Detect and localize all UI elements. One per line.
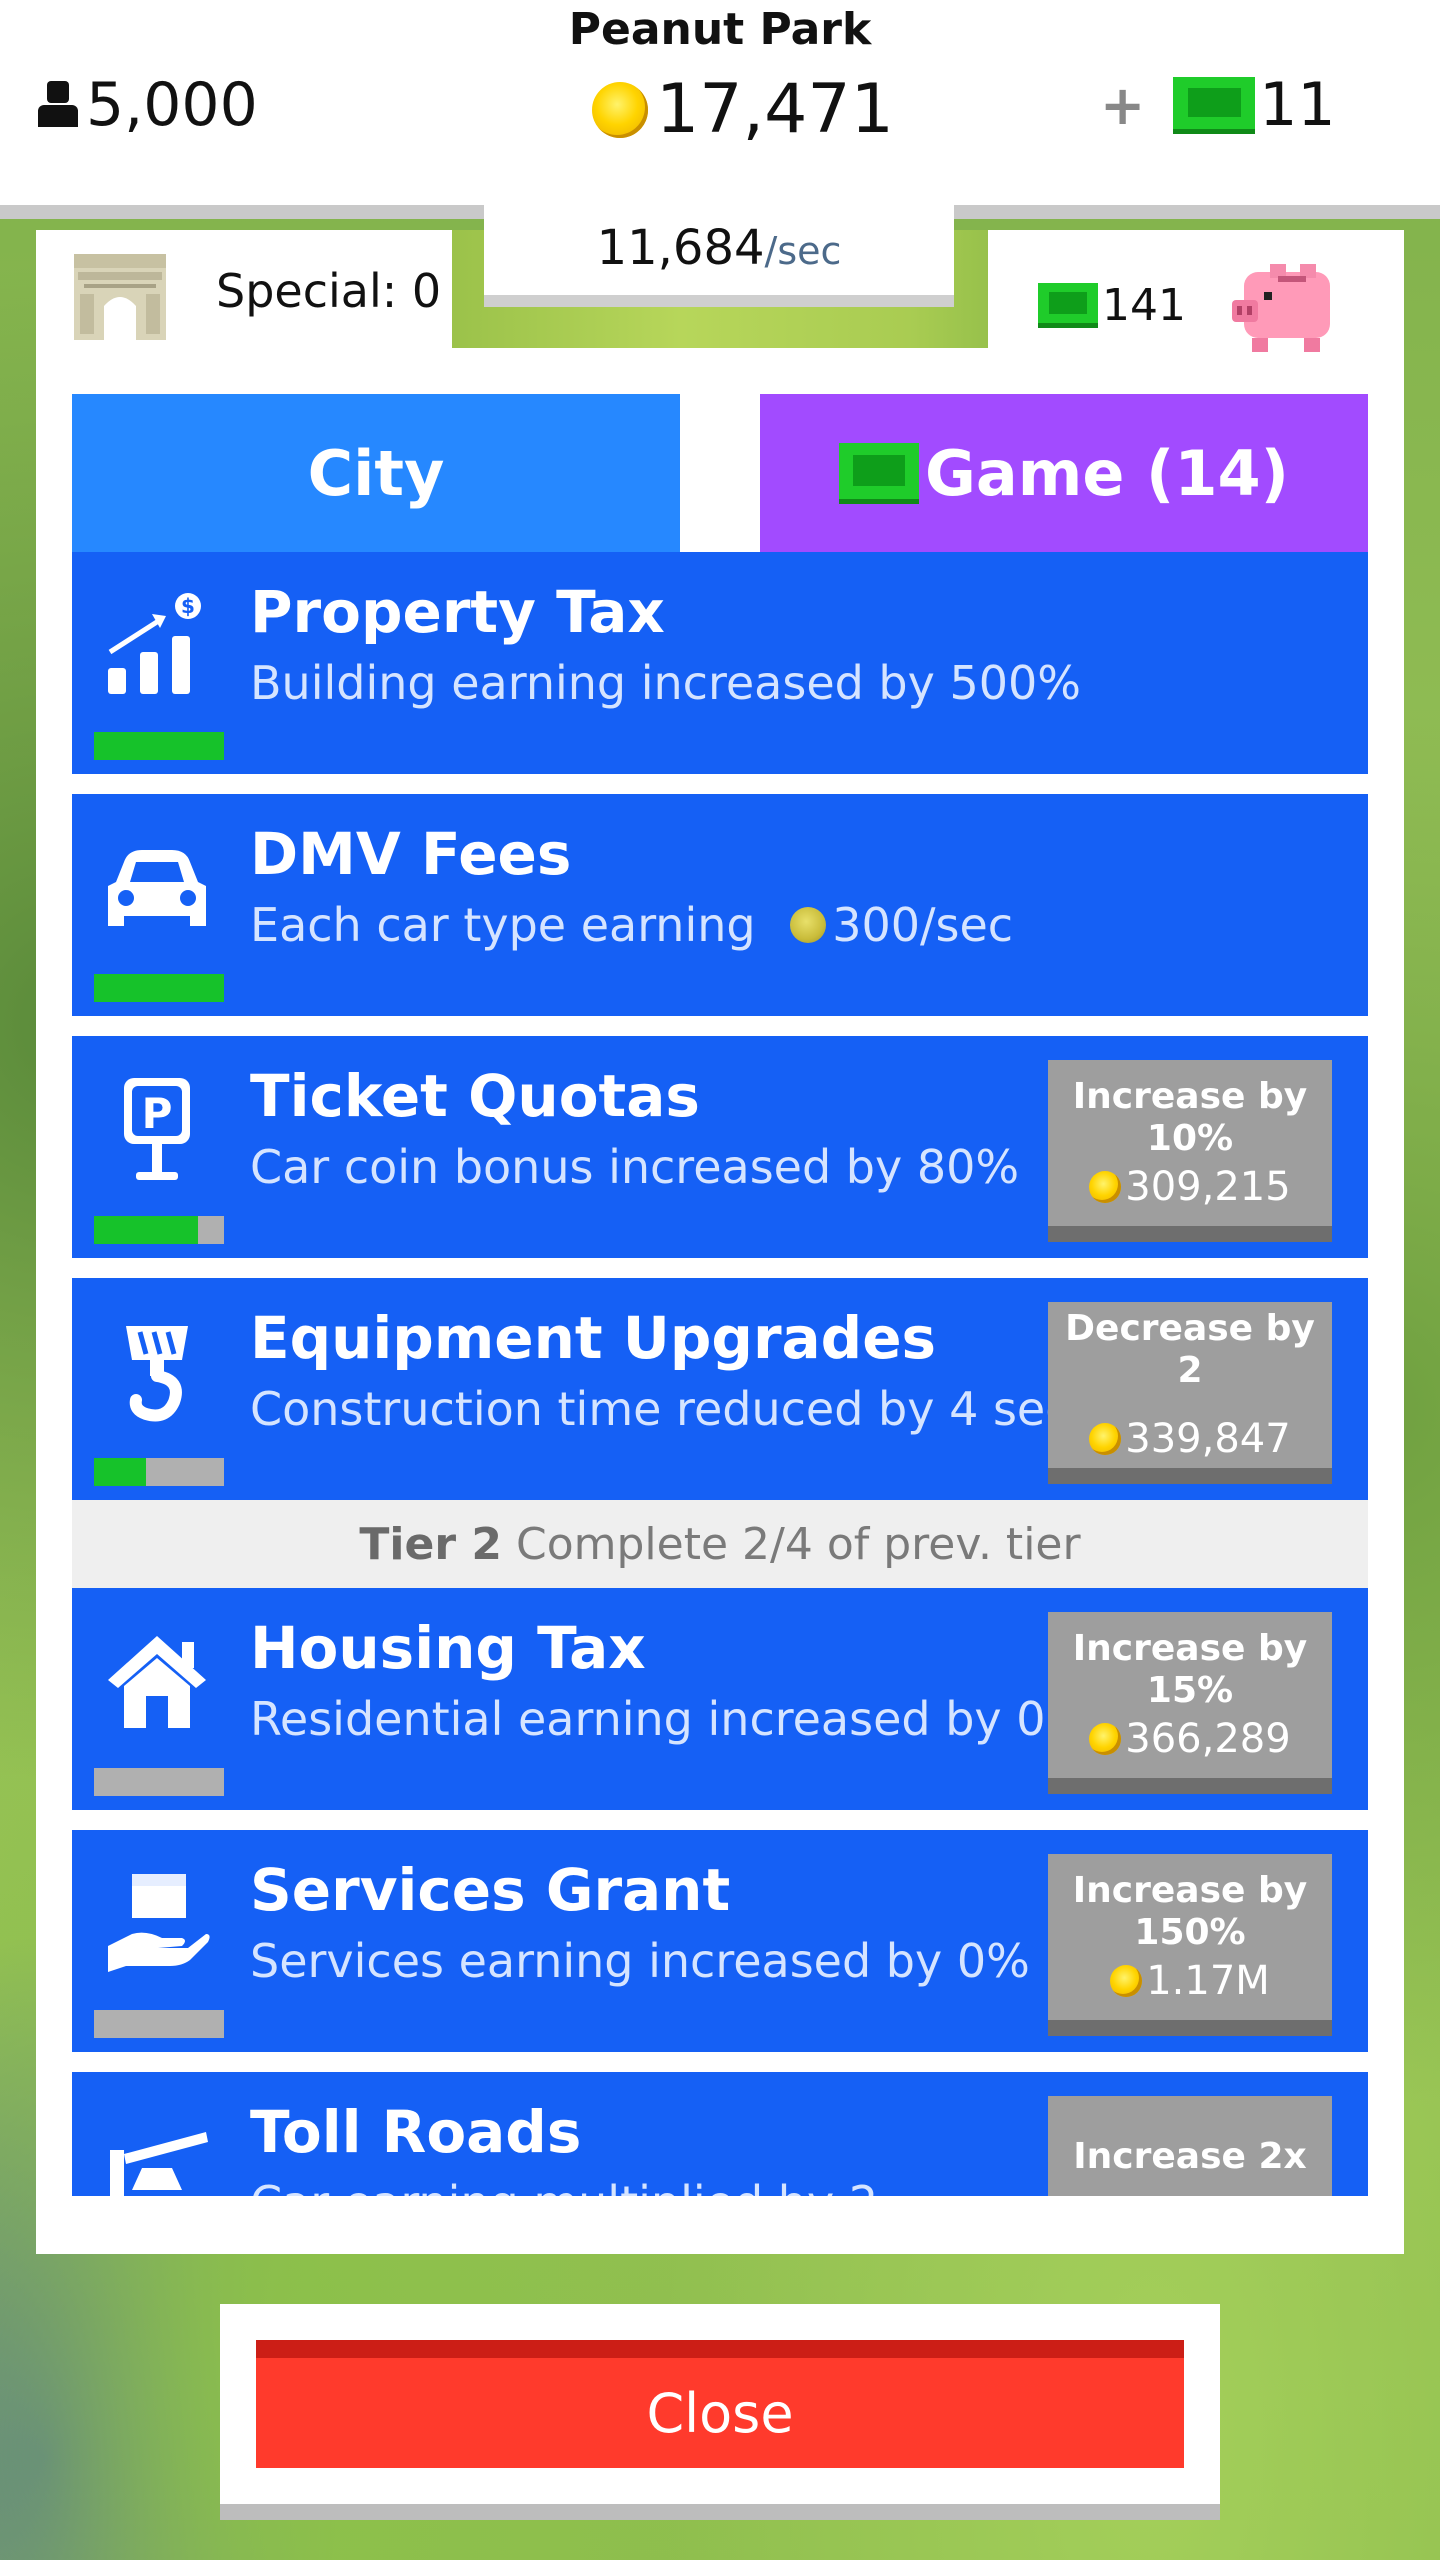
svg-text:P: P (142, 1089, 173, 1138)
coin-icon (1089, 1723, 1122, 1755)
upgrade-progress (94, 732, 224, 760)
upgrade-desc-suffix: 300/sec (832, 898, 1014, 952)
income-value: 11,684 (596, 220, 765, 276)
upgrade-row-services-grant: Services Grant Services earning increase… (72, 1830, 1368, 2052)
upgrade-title: Housing Tax (250, 1614, 646, 1682)
close-area: Close (220, 2304, 1220, 2520)
person-icon (36, 81, 80, 129)
tab-game[interactable]: Game (14) (760, 394, 1368, 552)
coin-icon (1110, 1965, 1143, 1997)
add-cash-button[interactable]: + (1100, 74, 1145, 137)
coin-icon (790, 907, 827, 943)
upgrades-panel: Special: 0 141 City Game (14) $ Property… (36, 230, 1404, 2254)
chart-coin-icon: $ (108, 593, 201, 694)
income-rate: 11,684/sec (484, 205, 954, 307)
coins-value: 17,471 (656, 70, 894, 149)
upgrade-desc-prefix: Each car type earning (250, 898, 771, 952)
upgrade-title: Services Grant (250, 1856, 731, 1924)
coins-stat: 17,471 (592, 70, 894, 149)
crane-hook-icon (126, 1326, 188, 1422)
close-button[interactable]: Close (256, 2340, 1184, 2468)
upgrade-row-toll-roads: Toll Roads Car earning multiplied by 2 I… (72, 2072, 1368, 2196)
upgrade-desc: Each car type earning 300/sec (250, 898, 1013, 952)
buy-cost-value: 339,847 (1125, 1416, 1291, 1462)
piggy-cash: 141 (1038, 280, 1186, 331)
cash-value: 11 (1259, 70, 1336, 140)
upgrade-title: Property Tax (250, 578, 665, 646)
cash-icon (839, 442, 920, 504)
buy-upgrade-button[interactable]: Increase by 15% 366,289 (1048, 1612, 1332, 1794)
upgrade-desc: Services earning increased by 0% (250, 1934, 1030, 1988)
upgrade-desc: Residential earning increased by 0% (250, 1692, 1090, 1746)
piggy-cash-value: 141 (1102, 280, 1186, 331)
upgrade-progress (94, 2010, 224, 2038)
buy-cost: 309,215 (1089, 1164, 1291, 1210)
buy-upgrade-button[interactable]: Decrease by 2 339,847 (1048, 1302, 1332, 1484)
upgrade-title: Ticket Quotas (250, 1062, 700, 1130)
buy-label: Increase by 10% (1072, 1076, 1308, 1159)
upgrade-title: Toll Roads (250, 2098, 582, 2166)
cash-icon (1173, 76, 1256, 134)
cash-icon (1038, 283, 1098, 328)
buy-cost: 1.17M (1110, 1958, 1270, 2004)
buy-cost-value: 1.17M (1146, 1958, 1270, 2004)
upgrade-progress (94, 1216, 224, 1244)
population-value: 5,000 (86, 70, 258, 140)
cash-stat[interactable]: + 11 (1100, 70, 1336, 140)
buy-label: Increase by 15% (1072, 1628, 1308, 1711)
upgrade-progress (94, 974, 224, 1002)
special-section: Special: 0 (36, 230, 452, 348)
top-bar: Peanut Park 5,000 17,471 + 11 (0, 0, 1440, 205)
piggy-bank-icon[interactable] (1230, 250, 1340, 354)
buy-cost-value: 309,215 (1125, 1164, 1291, 1210)
arch-icon (74, 254, 166, 340)
upgrade-row-dmv-fees: DMV Fees Each car type earning 300/sec (72, 794, 1368, 1016)
upgrade-row-ticket-quotas: P Ticket Quotas Car coin bonus increased… (72, 1036, 1368, 1258)
tier-2-header: Tier 2 Complete 2/4 of prev. tier (72, 1500, 1368, 1588)
special-label: Special: 0 (216, 264, 442, 318)
upgrade-desc: Construction time reduced by 4 sec (250, 1382, 1071, 1436)
coin-icon (1089, 1423, 1122, 1455)
upgrade-desc: Building earning increased by 500% (250, 656, 1081, 710)
upgrade-desc: Car earning multiplied by 2 (250, 2176, 878, 2196)
upgrade-desc: Car coin bonus increased by 80% (250, 1140, 1020, 1194)
buy-cost: 366,289 (1089, 1716, 1291, 1762)
upgrade-list[interactable]: $ Property Tax Building earning increase… (72, 552, 1368, 2196)
upgrade-row-equipment-upgrades: Equipment Upgrades Construction time red… (72, 1278, 1368, 1500)
coin-icon (592, 81, 648, 138)
buy-upgrade-button[interactable]: Increase by 150% 1.17M (1048, 1854, 1332, 2036)
upgrade-row-property-tax: $ Property Tax Building earning increase… (72, 552, 1368, 774)
hand-box-icon (108, 1874, 210, 1972)
tab-city-label: City (307, 436, 445, 510)
house-icon (108, 1636, 206, 1728)
buy-cost-value: 366,289 (1125, 1716, 1291, 1762)
upgrade-title: DMV Fees (250, 820, 572, 888)
upgrade-progress (94, 1768, 224, 1796)
buy-label: Increase by 150% (1072, 1870, 1308, 1953)
buy-cost: 339,847 (1089, 1416, 1291, 1462)
toll-gate-icon (110, 2132, 208, 2196)
coin-icon (1089, 1171, 1122, 1203)
tab-game-label: Game (14) (925, 436, 1289, 510)
upgrade-title: Equipment Upgrades (250, 1304, 937, 1372)
tier-requirement: Complete 2/4 of prev. tier (515, 1518, 1081, 1570)
upgrade-row-housing-tax: Housing Tax Residential earning increase… (72, 1588, 1368, 1810)
population-stat: 5,000 (36, 70, 258, 140)
tab-city[interactable]: City (72, 394, 680, 552)
income-unit: /sec (764, 229, 842, 273)
buy-label: Decrease by 2 (1065, 1308, 1315, 1391)
upgrade-progress (94, 1458, 224, 1486)
car-icon (108, 850, 206, 926)
city-name: Peanut Park (568, 4, 872, 55)
svg-text:$: $ (181, 594, 195, 618)
tier-label: Tier 2 (359, 1518, 502, 1570)
buy-upgrade-button[interactable]: Increase 2x (1048, 2096, 1332, 2196)
parking-icon: P (124, 1078, 190, 1180)
close-label: Close (646, 2381, 794, 2445)
buy-upgrade-button[interactable]: Increase by 10% 309,215 (1048, 1060, 1332, 1242)
buy-label: Increase 2x (1073, 2136, 1307, 2177)
